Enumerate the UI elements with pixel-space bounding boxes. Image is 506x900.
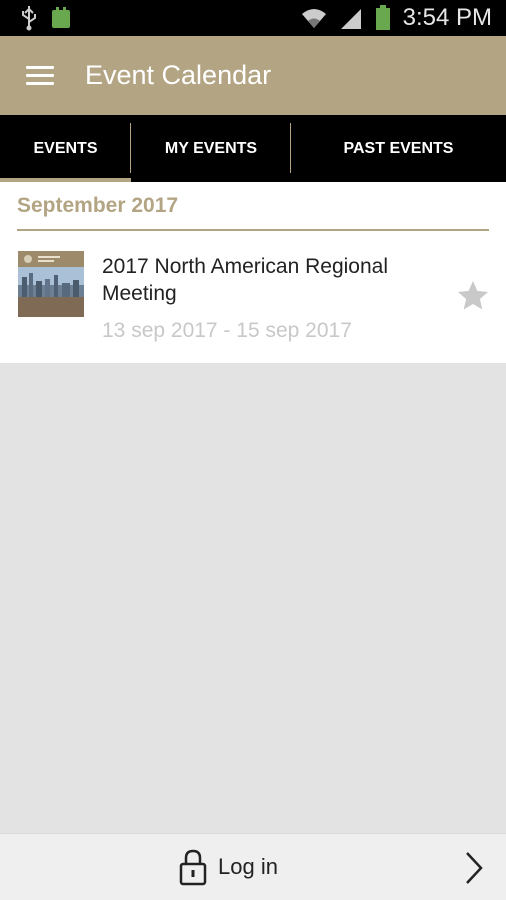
usb-icon (22, 6, 36, 31)
event-dates: 13 sep 2017 - 15 sep 2017 (102, 319, 352, 342)
status-time: 3:54 PM (402, 4, 492, 31)
star-icon[interactable] (455, 278, 491, 314)
tab-past-events[interactable]: PAST EVENTS (291, 115, 506, 182)
event-thumbnail (18, 251, 84, 317)
login-bar[interactable]: Log in (0, 833, 506, 900)
android-icon (52, 7, 70, 28)
wifi-icon (301, 9, 326, 28)
status-right: 3:54 PM (301, 4, 492, 32)
tab-bar: EVENTS MY EVENTS PAST EVENTS (0, 115, 506, 182)
app-bar: Event Calendar (0, 36, 506, 115)
login-label: Log in (218, 854, 278, 879)
event-item[interactable]: 2017 North American Regional Meeting 13 … (0, 233, 506, 363)
signal-icon (340, 9, 361, 29)
menu-icon[interactable] (26, 65, 54, 86)
tab-events-label: EVENTS (33, 139, 98, 157)
status-bar: 3:54 PM (0, 0, 506, 36)
lock-icon (179, 849, 207, 886)
tab-my-events[interactable]: MY EVENTS (131, 115, 291, 182)
tab-my-events-label: MY EVENTS (164, 139, 258, 157)
month-label: September 2017 (17, 194, 179, 217)
tab-events[interactable]: EVENTS (0, 115, 131, 182)
tab-past-events-label: PAST EVENTS (343, 139, 454, 157)
chevron-right-icon[interactable] (462, 850, 486, 886)
status-left (20, 5, 72, 31)
app-title: Event Calendar (85, 60, 272, 90)
event-list: September 2017 2017 North American Regio… (0, 182, 506, 363)
battery-icon (375, 5, 390, 30)
event-title: 2017 North American Regional Meeting (102, 255, 389, 305)
